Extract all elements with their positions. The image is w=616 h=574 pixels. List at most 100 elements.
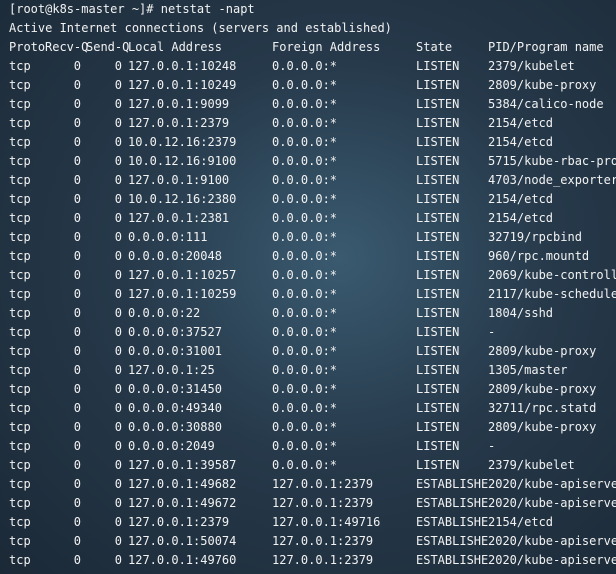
- cell-local-address: 0.0.0.0:37527: [128, 325, 222, 339]
- cell-send-q: 0: [114, 173, 122, 187]
- cell-pid-program: 2809/kube-proxy: [488, 344, 597, 358]
- cell-foreign-address: 127.0.0.1:2379: [272, 534, 374, 548]
- cell-send-q: 0: [114, 420, 122, 434]
- cell-recv-q: 0: [73, 116, 81, 130]
- cell-recv-q: 0: [73, 135, 81, 149]
- cell-foreign-address: 0.0.0.0:*: [272, 420, 338, 434]
- terminal-window[interactable]: [root@k8s-master ~]# netstat -napt Activ…: [0, 0, 616, 574]
- cell-local-address: 127.0.0.1:39587: [128, 458, 237, 472]
- cell-state: LISTEN: [416, 344, 460, 358]
- cell-state: ESTABLISHED: [416, 534, 488, 548]
- cell-pid-program: 2154/etcd: [488, 211, 554, 225]
- cell-local-address: 127.0.0.1:2381: [128, 211, 230, 225]
- cell-pid-program: 4703/node_exporter: [488, 173, 616, 187]
- cell-send-q: 0: [114, 192, 122, 206]
- table-row: tcp 0 0 127.0.0.1:10259 0.0.0.0:* LISTEN 2117/…: [9, 285, 616, 304]
- table-row: tcp 0 0 127.0.0.1:9100 0.0.0.0:* LISTEN 4703/n…: [9, 171, 616, 190]
- cell-state: LISTEN: [416, 59, 460, 73]
- cell-state: LISTEN: [416, 135, 460, 149]
- cell-proto: tcp: [9, 230, 31, 244]
- cell-state: LISTEN: [416, 306, 460, 320]
- cell-proto: tcp: [9, 363, 31, 377]
- header-local-address: Local Address: [128, 40, 222, 54]
- cell-local-address: 127.0.0.1:25: [128, 363, 215, 377]
- table-row: tcp 0 0 127.0.0.1:9099 0.0.0.0:* LISTEN 5384/c…: [9, 95, 616, 114]
- cell-foreign-address: 127.0.0.1:2379: [272, 553, 374, 567]
- cell-foreign-address: 0.0.0.0:*: [272, 59, 338, 73]
- table-row: tcp 0 0 0.0.0.0:37527 0.0.0.0:* LISTEN -: [9, 323, 616, 342]
- table-row: tcp 0 0 10.0.12.16:2379 0.0.0.0:* LISTEN 2154/…: [9, 133, 616, 152]
- cell-pid-program: 2809/kube-proxy: [488, 78, 597, 92]
- table-row: tcp 0 0 0.0.0.0:2049 0.0.0.0:* LISTEN -: [9, 437, 616, 456]
- cell-pid-program: 1804/sshd: [488, 306, 554, 320]
- cell-recv-q: 0: [73, 59, 81, 73]
- cell-send-q: 0: [114, 249, 122, 263]
- cell-state: LISTEN: [416, 192, 460, 206]
- cell-pid-program: 5384/calico-node: [488, 97, 604, 111]
- cell-foreign-address: 0.0.0.0:*: [272, 439, 338, 453]
- cell-send-q: 0: [114, 515, 122, 529]
- cell-local-address: 127.0.0.1:2379: [128, 515, 230, 529]
- cell-send-q: 0: [114, 78, 122, 92]
- table-row: tcp 0 0 0.0.0.0:22 0.0.0.0:* LISTEN 1804/sshd: [9, 304, 616, 323]
- cell-pid-program: 2117/kube-scheduler: [488, 287, 616, 301]
- table-row: tcp 0 0 0.0.0.0:31001 0.0.0.0:* LISTEN 2809/ku…: [9, 342, 616, 361]
- header-state: State: [416, 40, 453, 54]
- table-row: tcp 0 0 0.0.0.0:31450 0.0.0.0:* LISTEN 2809/ku…: [9, 380, 616, 399]
- table-row: tcp 0 0 0.0.0.0:49340 0.0.0.0:* LISTEN 32711/r…: [9, 399, 616, 418]
- cell-recv-q: 0: [73, 344, 81, 358]
- cell-send-q: 0: [114, 59, 122, 73]
- cell-send-q: 0: [114, 401, 122, 415]
- cell-proto: tcp: [9, 154, 31, 168]
- cell-state: ESTABLISHED: [416, 553, 488, 567]
- cell-send-q: 0: [114, 382, 122, 396]
- cell-proto: tcp: [9, 249, 31, 263]
- cell-proto: tcp: [9, 382, 31, 396]
- cell-state: LISTEN: [416, 97, 460, 111]
- cell-recv-q: 0: [73, 306, 81, 320]
- cell-recv-q: 0: [73, 515, 81, 529]
- cell-send-q: 0: [114, 211, 122, 225]
- netstat-subtitle: Active Internet connections (servers and…: [9, 21, 392, 35]
- cell-state: LISTEN: [416, 458, 460, 472]
- table-row: tcp 0 0 0.0.0.0:20048 0.0.0.0:* LISTEN 960/rpc…: [9, 247, 616, 266]
- cell-foreign-address: 0.0.0.0:*: [272, 97, 338, 111]
- cell-local-address: 127.0.0.1:49672: [128, 496, 237, 510]
- cell-send-q: 0: [114, 268, 122, 282]
- cell-pid-program: 2379/kubelet: [488, 458, 575, 472]
- cell-foreign-address: 127.0.0.1:49716: [272, 515, 381, 529]
- cell-recv-q: 0: [73, 401, 81, 415]
- cell-proto: tcp: [9, 515, 31, 529]
- cell-foreign-address: 0.0.0.0:*: [272, 344, 338, 358]
- cell-state: LISTEN: [416, 268, 460, 282]
- cell-recv-q: 0: [73, 268, 81, 282]
- cell-proto: tcp: [9, 496, 31, 510]
- cell-foreign-address: 0.0.0.0:*: [272, 249, 338, 263]
- cell-state: LISTEN: [416, 173, 460, 187]
- cell-send-q: 0: [114, 477, 122, 491]
- cell-send-q: 0: [114, 287, 122, 301]
- cell-proto: tcp: [9, 553, 31, 567]
- cell-pid-program: 2069/kube-controlle: [488, 268, 616, 282]
- cell-pid-program: 32719/rpcbind: [488, 230, 582, 244]
- cell-local-address: 10.0.12.16:2379: [128, 135, 237, 149]
- cell-foreign-address: 0.0.0.0:*: [272, 192, 338, 206]
- cell-foreign-address: 0.0.0.0:*: [272, 211, 338, 225]
- table-row: tcp 0 0 127.0.0.1:2379 127.0.0.1:49716 ESTABL…: [9, 513, 616, 532]
- header-send-q: Send-Q: [86, 40, 130, 54]
- cell-proto: tcp: [9, 192, 31, 206]
- header-pid-program: PID/Program name: [488, 40, 604, 54]
- cell-recv-q: 0: [73, 363, 81, 377]
- cell-proto: tcp: [9, 211, 31, 225]
- cell-foreign-address: 0.0.0.0:*: [272, 116, 338, 130]
- cell-proto: tcp: [9, 268, 31, 282]
- cell-foreign-address: 0.0.0.0:*: [272, 306, 338, 320]
- table-row: tcp 0 0 127.0.0.1:25 0.0.0.0:* LISTEN 1305/mas…: [9, 361, 616, 380]
- cell-state: LISTEN: [416, 211, 460, 225]
- table-row: tcp 0 0 127.0.0.1:39587 0.0.0.0:* LISTEN 2379/…: [9, 456, 616, 475]
- cell-send-q: 0: [114, 325, 122, 339]
- cell-pid-program: 2154/etcd: [488, 515, 554, 529]
- cell-proto: tcp: [9, 325, 31, 339]
- cell-proto: tcp: [9, 458, 31, 472]
- cell-foreign-address: 0.0.0.0:*: [272, 363, 338, 377]
